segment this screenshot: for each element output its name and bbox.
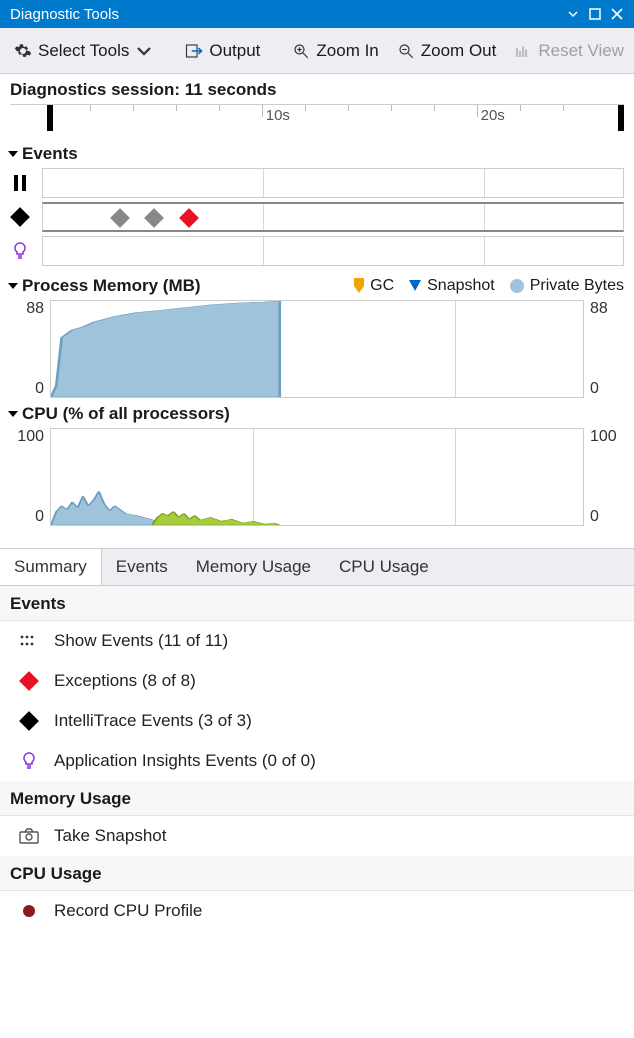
y-bot: 0 (590, 380, 599, 398)
y-top: 100 (17, 428, 44, 446)
close-icon[interactable] (606, 3, 628, 25)
appinsights-track (10, 236, 624, 266)
window-title: Diagnostic Tools (10, 6, 562, 23)
zoom-out-button[interactable]: Zoom Out (389, 37, 505, 65)
cpu-area-plot (51, 429, 583, 525)
window-dropdown-icon[interactable] (562, 3, 584, 25)
titlebar: Diagnostic Tools (0, 0, 634, 28)
gc-marker-icon (353, 278, 365, 294)
record-icon (18, 903, 40, 919)
snapshot-marker-icon (408, 279, 422, 293)
memory-section-header[interactable]: Process Memory (MB) GC Snapshot Private … (0, 270, 634, 300)
intellitrace-track (10, 202, 624, 232)
take-snapshot-label: Take Snapshot (54, 826, 166, 846)
reset-view-label: Reset View (538, 41, 624, 61)
memory-legend: GC Snapshot Private Bytes (353, 277, 624, 295)
tab-cpu-usage[interactable]: CPU Usage (325, 549, 443, 585)
y-bot: 0 (35, 508, 44, 526)
tab-summary[interactable]: Summary (0, 549, 102, 585)
cpu-y-axis-right: 100 0 (588, 428, 624, 526)
cpu-section-label: CPU (% of all processors) (22, 404, 230, 424)
events-section-header[interactable]: Events (0, 138, 634, 168)
y-top: 88 (26, 300, 44, 318)
record-cpu-link[interactable]: Record CPU Profile (0, 891, 634, 931)
exceptions-link[interactable]: Exceptions (8 of 8) (0, 661, 634, 701)
zoom-out-label: Zoom Out (421, 41, 497, 61)
y-bot: 0 (35, 380, 44, 398)
event-marker[interactable] (147, 211, 161, 225)
memory-area-plot (51, 301, 583, 397)
camera-icon (18, 828, 40, 844)
intellitrace-label: IntelliTrace Events (3 of 3) (54, 711, 252, 731)
timeline-end-handle[interactable] (618, 105, 624, 131)
memory-section-label: Process Memory (MB) (22, 276, 201, 296)
reset-view-icon (514, 42, 532, 60)
summary-events-heading: Events (0, 586, 634, 621)
session-duration-label: Diagnostics session: 11 seconds (0, 74, 634, 104)
show-events-link[interactable]: Show Events (11 of 11) (0, 621, 634, 661)
pause-icon[interactable] (10, 175, 30, 191)
details-panel: Summary Events Memory Usage CPU Usage Ev… (0, 548, 634, 931)
appinsights-events-link[interactable]: Application Insights Events (0 of 0) (0, 741, 634, 781)
y-bot: 0 (590, 508, 599, 526)
select-tools-button[interactable]: Select Tools (6, 37, 161, 65)
maximize-icon[interactable] (584, 3, 606, 25)
event-marker[interactable] (113, 211, 127, 225)
ruler-tick-20s: 20s (481, 107, 505, 124)
zoom-in-icon (292, 42, 310, 60)
cpu-section-header[interactable]: CPU (% of all processors) (0, 398, 634, 428)
cpu-y-axis-left: 100 0 (10, 428, 46, 526)
timeline-ruler[interactable]: 10s 20s (0, 104, 634, 138)
diamond-black-icon (18, 714, 40, 728)
summary-memory-heading: Memory Usage (0, 781, 634, 816)
toolbar: Select Tools Output Zoom In Zoom Out Res… (0, 28, 634, 74)
memory-y-axis-left: 88 0 (10, 300, 46, 398)
break-events-track (10, 168, 624, 198)
zoom-out-icon (397, 42, 415, 60)
memory-chart[interactable]: 88 0 88 0 (10, 300, 624, 398)
private-bytes-swatch-icon (509, 278, 525, 294)
events-list-icon (18, 634, 40, 648)
events-section-label: Events (22, 144, 78, 164)
collapse-triangle-icon (8, 411, 18, 417)
intellitrace-events-link[interactable]: IntelliTrace Events (3 of 3) (0, 701, 634, 741)
legend-private-bytes-label: Private Bytes (530, 277, 624, 295)
chevron-down-icon (135, 42, 153, 60)
diamond-red-icon (18, 674, 40, 688)
exceptions-label: Exceptions (8 of 8) (54, 671, 196, 691)
exception-marker[interactable] (182, 211, 196, 225)
output-icon (185, 42, 203, 60)
tab-memory-usage[interactable]: Memory Usage (182, 549, 325, 585)
y-top: 100 (590, 428, 617, 446)
output-button[interactable]: Output (177, 37, 268, 65)
cpu-chart[interactable]: 100 0 100 0 (10, 428, 624, 526)
timeline-start-handle[interactable] (47, 105, 53, 131)
output-label: Output (209, 41, 260, 61)
reset-view-button[interactable]: Reset View (506, 37, 632, 65)
appinsights-label: Application Insights Events (0 of 0) (54, 751, 316, 771)
take-snapshot-link[interactable]: Take Snapshot (0, 816, 634, 856)
tab-events[interactable]: Events (102, 549, 182, 585)
ruler-tick-10s: 10s (266, 107, 290, 124)
diamond-black-icon (10, 210, 30, 224)
collapse-triangle-icon (8, 151, 18, 157)
lightbulb-icon (10, 242, 30, 260)
show-events-label: Show Events (11 of 11) (54, 631, 228, 651)
legend-snapshot-label: Snapshot (427, 277, 495, 295)
select-tools-label: Select Tools (38, 41, 129, 61)
zoom-in-button[interactable]: Zoom In (284, 37, 386, 65)
y-top: 88 (590, 300, 608, 318)
details-tabs: Summary Events Memory Usage CPU Usage (0, 549, 634, 586)
gear-icon (14, 42, 32, 60)
legend-gc-label: GC (370, 277, 394, 295)
memory-y-axis-right: 88 0 (588, 300, 624, 398)
record-cpu-label: Record CPU Profile (54, 901, 202, 921)
zoom-in-label: Zoom In (316, 41, 378, 61)
collapse-triangle-icon (8, 283, 18, 289)
lightbulb-icon (18, 752, 40, 770)
summary-cpu-heading: CPU Usage (0, 856, 634, 891)
